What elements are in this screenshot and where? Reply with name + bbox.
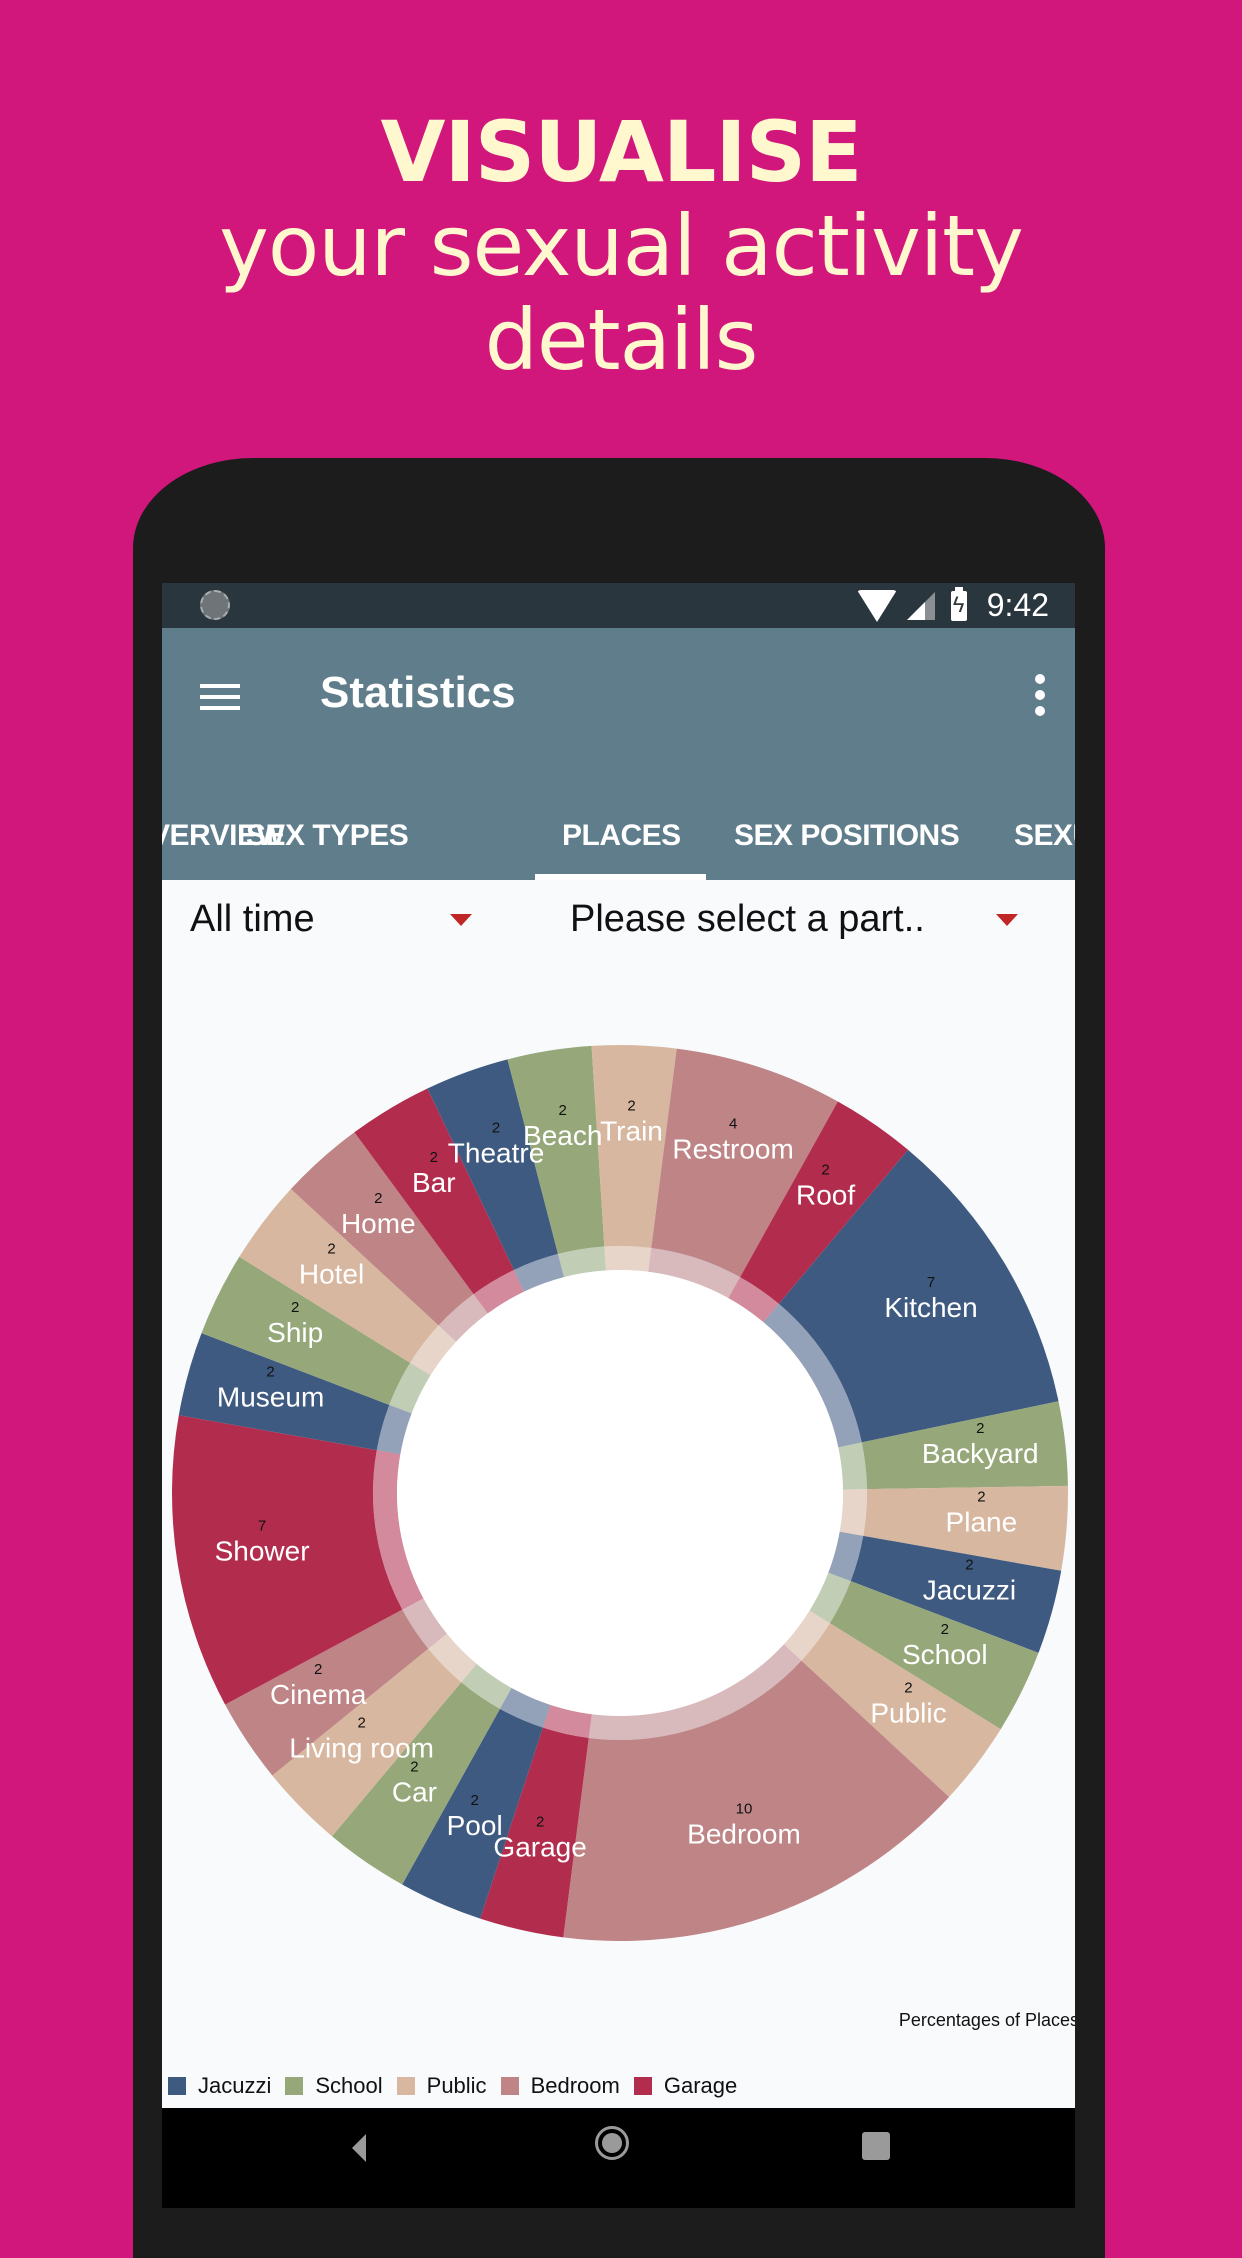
- home-icon[interactable]: [595, 2126, 629, 2160]
- legend-label: Public: [426, 2073, 487, 2098]
- slice-value-label: 7: [258, 1517, 266, 1534]
- chart-description: Percentages of Places: [898, 2010, 1075, 2030]
- slice-value-label: 2: [977, 1489, 985, 1506]
- promo-line-2: your sexual activity: [219, 197, 1024, 295]
- slice-label: Living room: [289, 1732, 434, 1763]
- legend-swatch: [396, 2077, 415, 2095]
- back-icon[interactable]: [352, 2134, 366, 2162]
- slice-inner-ring: [604, 1246, 652, 1272]
- slice-value-label: 2: [559, 1102, 567, 1119]
- slice-label: Ship: [267, 1317, 323, 1348]
- slice-inner-ring: [839, 1489, 867, 1536]
- legend-label: Jacuzzi: [198, 2073, 272, 2098]
- slice-label: Train: [600, 1116, 663, 1147]
- legend-swatch: [285, 2077, 304, 2095]
- slice-label: Roof: [796, 1179, 855, 1210]
- chart-legend: Jacuzzi School Public Bedroom Garage: [168, 2073, 751, 2099]
- slice-label: Shower: [215, 1535, 310, 1566]
- slice-value-label: 2: [374, 1190, 382, 1207]
- legend-item: Public: [396, 2073, 487, 2099]
- slice-value-label: 10: [736, 1801, 753, 1818]
- slice-value-label: 2: [904, 1680, 912, 1697]
- legend-label: Garage: [663, 2073, 738, 2098]
- legend-swatch: [168, 2077, 186, 2095]
- slice-value-label: 2: [821, 1161, 829, 1178]
- slice-label: Home: [341, 1208, 416, 1239]
- slice-label: Kitchen: [884, 1292, 977, 1323]
- slice-value-label: 2: [314, 1661, 322, 1678]
- slice-label: Hotel: [299, 1258, 364, 1289]
- legend-item: School: [285, 2073, 383, 2099]
- slice-label: Backyard: [922, 1438, 1039, 1469]
- legend-label: School: [315, 2073, 383, 2098]
- legend-swatch: [500, 2077, 519, 2095]
- phone-screen: 9:42 Statistics VERVIEW SEX TYPES PLACES…: [162, 583, 1075, 2208]
- slice-label: Car: [392, 1777, 437, 1808]
- slice-label: Public: [870, 1698, 946, 1729]
- slice-label: Bar: [412, 1167, 456, 1198]
- slice-label: Restroom: [672, 1134, 793, 1165]
- slice-value-label: 2: [470, 1792, 478, 1809]
- slice-label: Pool: [447, 1810, 503, 1841]
- slice-label: Cinema: [270, 1679, 367, 1710]
- slice-value-label: 2: [941, 1621, 949, 1638]
- slice-value-label: 2: [492, 1119, 500, 1136]
- promo-line-1: VISUALISE: [380, 103, 862, 201]
- slice-value-label: 2: [357, 1714, 365, 1731]
- slice-value-label: 7: [927, 1274, 935, 1291]
- slice-value-label: 2: [430, 1149, 438, 1166]
- slice-label: School: [902, 1639, 988, 1670]
- slice-label: Plane: [946, 1507, 1018, 1538]
- slice-label: Jacuzzi: [923, 1575, 1016, 1606]
- system-nav-bar: [162, 2108, 1075, 2208]
- slice-value-label: 2: [291, 1299, 299, 1316]
- legend-label: Bedroom: [530, 2073, 620, 2098]
- slice-label: Garage: [493, 1832, 586, 1863]
- places-donut-chart: Kitchen7Backyard2Plane2Jacuzzi2School2Pu…: [172, 1045, 1068, 1941]
- slice-value-label: 2: [627, 1098, 635, 1115]
- slice-label: Museum: [217, 1381, 324, 1412]
- donut-hole: [397, 1270, 843, 1716]
- slice-value-label: 4: [729, 1116, 737, 1133]
- slice-label: Beach: [523, 1120, 602, 1151]
- slice-value-label: 2: [266, 1363, 274, 1380]
- slice-value-label: 2: [976, 1420, 984, 1437]
- recent-apps-icon[interactable]: [862, 2132, 890, 2160]
- promo-headline: VISUALISE your sexual activity details: [0, 105, 1242, 387]
- legend-swatch: [633, 2077, 652, 2095]
- legend-item: Garage: [633, 2073, 738, 2099]
- slice-value-label: 2: [327, 1240, 335, 1257]
- slice-value-label: 2: [536, 1814, 544, 1831]
- slice-value-label: 2: [965, 1557, 973, 1574]
- legend-item: Bedroom: [500, 2073, 620, 2099]
- slice-label: Bedroom: [687, 1819, 801, 1850]
- promo-line-3: details: [484, 291, 759, 389]
- legend-item: Jacuzzi: [168, 2073, 271, 2099]
